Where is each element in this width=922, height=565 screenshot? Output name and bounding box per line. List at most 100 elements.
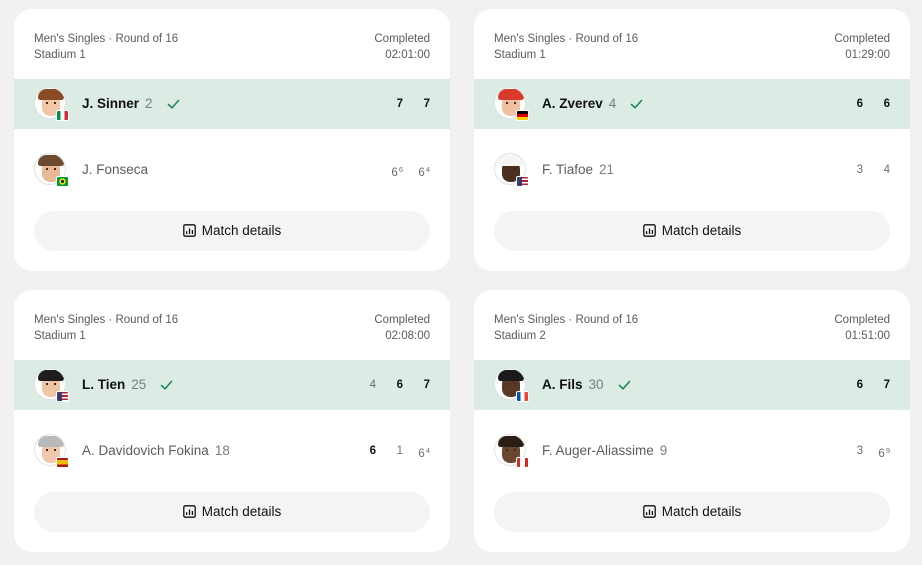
check-icon bbox=[160, 378, 173, 390]
player-name-group: A. Zverev 4 bbox=[542, 95, 616, 113]
set-score: 6 bbox=[383, 376, 403, 394]
match-details-button[interactable]: Match details bbox=[34, 211, 430, 251]
set-score: 3 bbox=[843, 161, 863, 179]
match-card: Men's Singles · Round of 16 Stadium 2 Comp… bbox=[474, 290, 910, 552]
match-details-button[interactable]: Match details bbox=[494, 492, 890, 532]
player-seed: 4 bbox=[608, 96, 617, 111]
set-games: 7 bbox=[883, 379, 890, 391]
bar-chart-icon bbox=[642, 494, 656, 518]
brazil-flag-icon bbox=[56, 176, 69, 187]
player-row[interactable]: A. Zverev 4 6 6 bbox=[474, 79, 910, 129]
bar-chart-icon bbox=[642, 213, 656, 237]
match-details-label: Match details bbox=[661, 223, 742, 238]
match-status: Completed 01:29:00 bbox=[834, 31, 890, 63]
match-court: Stadium 1 bbox=[494, 49, 546, 61]
set-score: 6 bbox=[843, 95, 863, 113]
player-seed: 21 bbox=[599, 162, 615, 177]
usa-flag-icon bbox=[56, 391, 69, 402]
match-header: Men's Singles · Round of 16 Stadium 1 Comp… bbox=[34, 31, 430, 71]
player-name: A. Davidovich Fokina bbox=[82, 443, 209, 458]
match-card: Men's Singles · Round of 16 Stadium 1 Comp… bbox=[14, 9, 450, 271]
set-score: 6 bbox=[356, 442, 376, 460]
tiebreak-score: 4 bbox=[425, 165, 430, 174]
match-details-button[interactable]: Match details bbox=[494, 211, 890, 251]
status-label: Completed bbox=[834, 314, 890, 326]
status-label: Completed bbox=[374, 314, 430, 326]
set-score: 69 bbox=[870, 442, 890, 463]
player-name-group: F. Auger-Aliassime 9 bbox=[542, 442, 667, 460]
player-seed: 30 bbox=[588, 377, 604, 392]
tiebreak-score: 9 bbox=[885, 446, 890, 455]
match-court: Stadium 1 bbox=[34, 49, 86, 61]
set-games: 6 bbox=[418, 167, 425, 179]
set-score: 4 bbox=[870, 161, 890, 179]
match-info: Men's Singles · Round of 16 Stadium 1 bbox=[494, 31, 638, 63]
check-icon bbox=[167, 97, 180, 109]
match-info: Men's Singles · Round of 16 Stadium 2 bbox=[494, 312, 638, 344]
player-row[interactable]: J. Sinner 2 7 7 bbox=[14, 79, 450, 129]
set-games: 4 bbox=[369, 379, 376, 391]
set-games: 6 bbox=[418, 448, 425, 460]
set-games: 6 bbox=[396, 379, 403, 391]
player-row[interactable]: J. Fonseca 66 64 bbox=[14, 145, 450, 195]
player-seed: 18 bbox=[214, 443, 230, 458]
spain-flag-icon bbox=[56, 457, 69, 468]
tiebreak-score: 6 bbox=[398, 165, 403, 174]
player-name-group: J. Fonseca bbox=[82, 161, 148, 179]
match-status: Completed 02:01:00 bbox=[374, 31, 430, 63]
set-games: 6 bbox=[856, 98, 863, 110]
set-games: 6 bbox=[883, 98, 890, 110]
match-category: Men's Singles · Round of 16 bbox=[494, 33, 639, 45]
set-games: 1 bbox=[396, 445, 403, 457]
match-duration: 01:51:00 bbox=[845, 330, 890, 342]
set-score: 64 bbox=[410, 442, 430, 463]
check-icon bbox=[618, 378, 631, 390]
usa-flag-icon bbox=[516, 176, 529, 187]
match-duration: 02:08:00 bbox=[385, 330, 430, 342]
check-icon bbox=[630, 97, 643, 109]
match-court: Stadium 2 bbox=[494, 330, 546, 342]
player-row[interactable]: A. Fils 30 6 7 bbox=[474, 360, 910, 410]
set-score: 1 bbox=[383, 442, 403, 460]
player-row[interactable]: F. Auger-Aliassime 9 3 69 bbox=[474, 426, 910, 476]
italy-flag-icon bbox=[56, 110, 69, 121]
player-name: A. Zverev bbox=[542, 96, 603, 111]
germany-flag-icon bbox=[516, 110, 529, 121]
match-court: Stadium 1 bbox=[34, 330, 86, 342]
player-name-group: F. Tiafoe 21 bbox=[542, 161, 614, 179]
set-score: 64 bbox=[410, 161, 430, 182]
match-status: Completed 01:51:00 bbox=[834, 312, 890, 344]
match-card: Men's Singles · Round of 16 Stadium 1 Comp… bbox=[474, 9, 910, 271]
set-score: 66 bbox=[383, 161, 403, 182]
set-score: 3 bbox=[843, 442, 863, 460]
match-header: Men's Singles · Round of 16 Stadium 2 Comp… bbox=[494, 312, 890, 352]
match-duration: 01:29:00 bbox=[845, 49, 890, 61]
match-duration: 02:01:00 bbox=[385, 49, 430, 61]
set-games: 6 bbox=[391, 167, 398, 179]
player-seed: 2 bbox=[145, 96, 153, 111]
match-category: Men's Singles · Round of 16 bbox=[34, 314, 179, 326]
tiebreak-score: 4 bbox=[425, 446, 430, 455]
status-label: Completed bbox=[834, 33, 890, 45]
bar-chart-icon bbox=[182, 494, 196, 518]
match-category: Men's Singles · Round of 16 bbox=[494, 314, 639, 326]
player-name-group: L. Tien 25 bbox=[82, 376, 146, 394]
match-status: Completed 02:08:00 bbox=[374, 312, 430, 344]
set-games: 7 bbox=[423, 379, 430, 391]
player-name: L. Tien bbox=[82, 377, 126, 392]
player-name: F. Tiafoe bbox=[542, 162, 594, 177]
set-games: 7 bbox=[423, 98, 430, 110]
player-row[interactable]: F. Tiafoe 21 3 4 bbox=[474, 145, 910, 195]
canada-flag-icon bbox=[516, 457, 529, 468]
match-header: Men's Singles · Round of 16 Stadium 1 Comp… bbox=[494, 31, 890, 71]
set-games: 4 bbox=[883, 164, 890, 176]
match-details-button[interactable]: Match details bbox=[34, 492, 430, 532]
player-name-group: J. Sinner 2 bbox=[82, 95, 153, 113]
player-row[interactable]: A. Davidovich Fokina 18 6 1 64 bbox=[14, 426, 450, 476]
set-games: 3 bbox=[856, 445, 863, 457]
match-details-label: Match details bbox=[201, 223, 282, 238]
player-name: A. Fils bbox=[542, 377, 583, 392]
player-row[interactable]: L. Tien 25 4 6 7 bbox=[14, 360, 450, 410]
player-name: F. Auger-Aliassime bbox=[542, 443, 654, 458]
match-info: Men's Singles · Round of 16 Stadium 1 bbox=[34, 31, 178, 63]
